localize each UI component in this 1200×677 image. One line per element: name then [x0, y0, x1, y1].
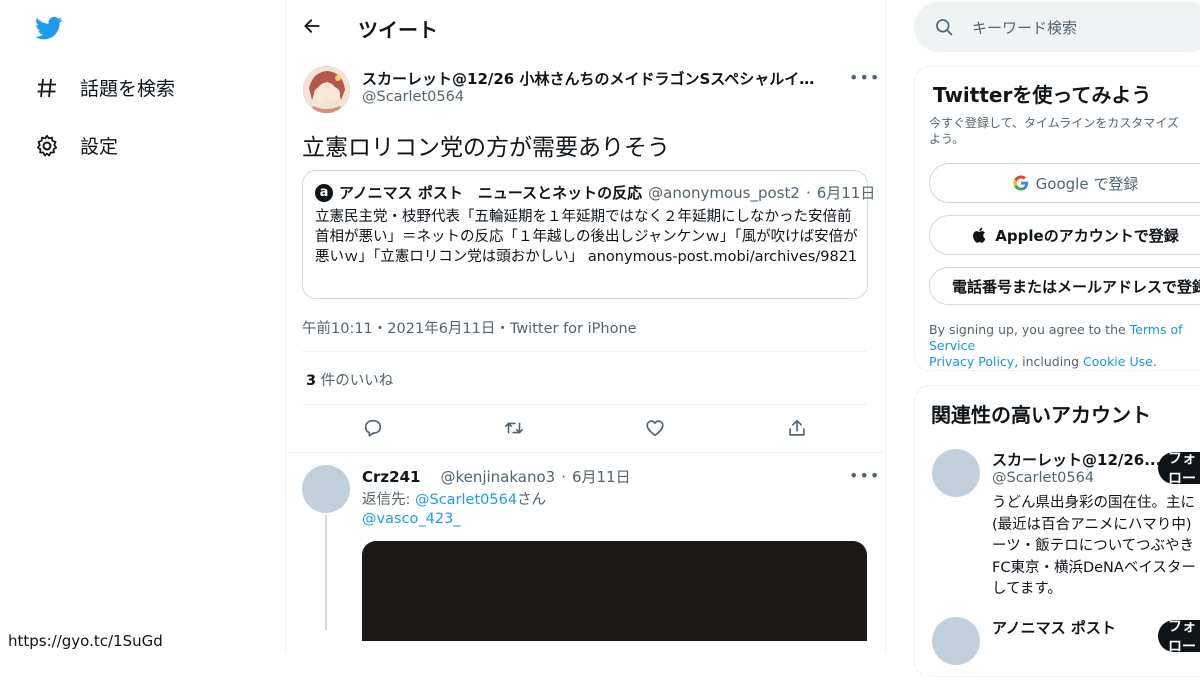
- reply-to-suffix: さん: [517, 492, 547, 508]
- reply-to-user-link[interactable]: @vasco_423_: [362, 511, 461, 527]
- reply-media-image[interactable]: [362, 541, 867, 641]
- divider: [302, 404, 867, 405]
- signup-terms: By signing up, you agree to the Terms of…: [929, 322, 1200, 370]
- reply-to-prefix: 返信先:: [362, 492, 415, 508]
- signup-panel: Twitterを使ってみよう 今すぐ登録して、タイムラインをカスタマイズ よう。…: [914, 66, 1200, 371]
- tweet-author-name[interactable]: スカーレット@12/26 小林さんちのメイドラゴンSスペシャルイベ…: [362, 68, 822, 89]
- reply-author-handle[interactable]: @kenjinakano3: [440, 468, 555, 486]
- related-account-name[interactable]: スカーレット@12/26...: [992, 449, 1161, 470]
- tweet-text: 立憲ロリコン党の方が需要ありそう: [302, 135, 670, 161]
- related-account-avatar[interactable]: [932, 617, 980, 665]
- terms-prefix: By signing up, you agree to the: [929, 322, 1130, 337]
- likes-number: 3: [306, 373, 317, 389]
- follow-button[interactable]: フォロー: [1158, 451, 1200, 487]
- search-icon: [936, 19, 953, 36]
- apple-logo-icon: [973, 227, 986, 243]
- search-input[interactable]: キーワード検索: [972, 17, 1077, 38]
- signup-subtitle-line: よう。: [929, 132, 965, 146]
- quoted-author-name: アノニマス ポスト ニュースとネットの反応: [339, 184, 643, 202]
- signup-subtitle-line: 今すぐ登録して、タイムラインをカスタマイズ: [929, 116, 1179, 130]
- twitter-logo-icon[interactable]: [34, 14, 64, 42]
- reply-icon[interactable]: [362, 417, 384, 439]
- terms-including: , including: [1014, 354, 1084, 369]
- anonymous-post-logo-icon: a: [315, 183, 333, 202]
- retweet-icon[interactable]: [503, 417, 525, 439]
- search-bar[interactable]: キーワード検索: [914, 2, 1200, 52]
- likes-label: 件のいいね: [316, 373, 394, 389]
- separator-dot: ·: [561, 467, 566, 486]
- nav-explore[interactable]: 話題を検索: [34, 74, 175, 101]
- bio-line: (最近は百合アニメにハマり中): [992, 516, 1192, 533]
- related-accounts-title: 関連性の高いアカウント: [931, 403, 1151, 427]
- reply-date[interactable]: 6月11日: [572, 466, 631, 487]
- quoted-tweet[interactable]: a アノニマス ポスト ニュースとネットの反応 @anonymous_post2…: [302, 170, 875, 299]
- phone-email-signup-button[interactable]: 電話番号またはメールアドレスで登録: [929, 267, 1200, 305]
- apple-signup-label: Appleのアカウントで登録: [995, 226, 1179, 245]
- signup-title: Twitterを使ってみよう: [933, 83, 1152, 107]
- related-accounts-panel: 関連性の高いアカウント スカーレット@12/26... @Scarlet0564…: [914, 385, 1200, 677]
- share-icon[interactable]: [786, 417, 808, 439]
- phone-email-signup-label: 電話番号またはメールアドレスで登録: [952, 277, 1200, 296]
- quoted-tweet-header: a アノニマス ポスト ニュースとネットの反応 @anonymous_post2…: [315, 182, 875, 203]
- related-account-handle[interactable]: @Scarlet0564: [992, 470, 1094, 486]
- divider: [286, 452, 884, 453]
- related-account-avatar[interactable]: [932, 449, 980, 497]
- bio-line: してます。: [992, 581, 1062, 597]
- bio-line: ーツ・飯テロについてつぶやき: [992, 538, 1194, 554]
- back-arrow-icon[interactable]: [302, 16, 322, 36]
- follow-button[interactable]: フォロー: [1158, 619, 1200, 655]
- reply-author-avatar[interactable]: [302, 465, 350, 513]
- divider: [302, 351, 867, 352]
- google-signup-button[interactable]: Google で登録: [929, 163, 1200, 203]
- quoted-date: 6月11日: [816, 184, 876, 202]
- reply-author-name[interactable]: Crz241: [362, 468, 420, 486]
- quoted-author-handle: @anonymous_post2: [648, 183, 800, 202]
- more-options-icon[interactable]: •••: [849, 68, 880, 87]
- google-logo-icon: [1013, 175, 1028, 191]
- related-account-name[interactable]: アノニマス ポスト: [992, 617, 1116, 638]
- tweet-timestamp[interactable]: 午前10:11・2021年6月11日・Twitter for iPhone: [302, 317, 637, 338]
- nav-explore-label: 話題を検索: [80, 78, 176, 100]
- thread-line: [325, 515, 327, 630]
- nav-settings[interactable]: 設定: [34, 132, 118, 159]
- related-account-bio: うどん県出身彩の国在住。主に (最近は百合アニメにハマり中) ーツ・飯テロについ…: [992, 493, 1200, 601]
- privacy-policy-link[interactable]: Privacy Policy: [929, 354, 1014, 369]
- nav-settings-label: 設定: [80, 136, 119, 158]
- reply-header: Crz241 @kenjinakano3 · 6月11日: [362, 466, 631, 487]
- separator-dot: ·: [805, 183, 811, 202]
- bio-line: FC東京・横浜DeNAベイスター: [992, 559, 1196, 576]
- reply-more-options-icon[interactable]: •••: [849, 466, 880, 485]
- like-heart-icon[interactable]: [644, 417, 666, 439]
- cookie-use-link[interactable]: Cookie Use: [1083, 354, 1153, 369]
- hashtag-icon: [34, 75, 60, 101]
- google-signup-label: Google で登録: [1035, 174, 1139, 193]
- apple-signup-button[interactable]: Appleのアカウントで登録: [929, 215, 1200, 255]
- terms-period: .: [1152, 354, 1157, 369]
- reply-to-line: 返信先: @Scarlet0564さん: [362, 488, 546, 509]
- gear-icon: [34, 133, 60, 159]
- quoted-tweet-text: 立憲民主党・枝野代表「五輪延期を１年延期ではなく２年延期にしなかった安倍前首相が…: [315, 209, 858, 265]
- reply-to-user-link[interactable]: @Scarlet0564: [415, 492, 517, 508]
- status-bar-url: https://gyo.tc/1SuGd: [0, 628, 163, 653]
- author-avatar[interactable]: [303, 66, 350, 113]
- tweet-author-handle[interactable]: @Scarlet0564: [362, 89, 464, 105]
- bio-line: うどん県出身彩の国在住。主に: [992, 495, 1195, 511]
- signup-subtitle: 今すぐ登録して、タイムラインをカスタマイズ よう。: [929, 115, 1179, 147]
- page-title: ツイート: [358, 18, 438, 42]
- likes-count[interactable]: 3 件のいいね: [306, 369, 393, 390]
